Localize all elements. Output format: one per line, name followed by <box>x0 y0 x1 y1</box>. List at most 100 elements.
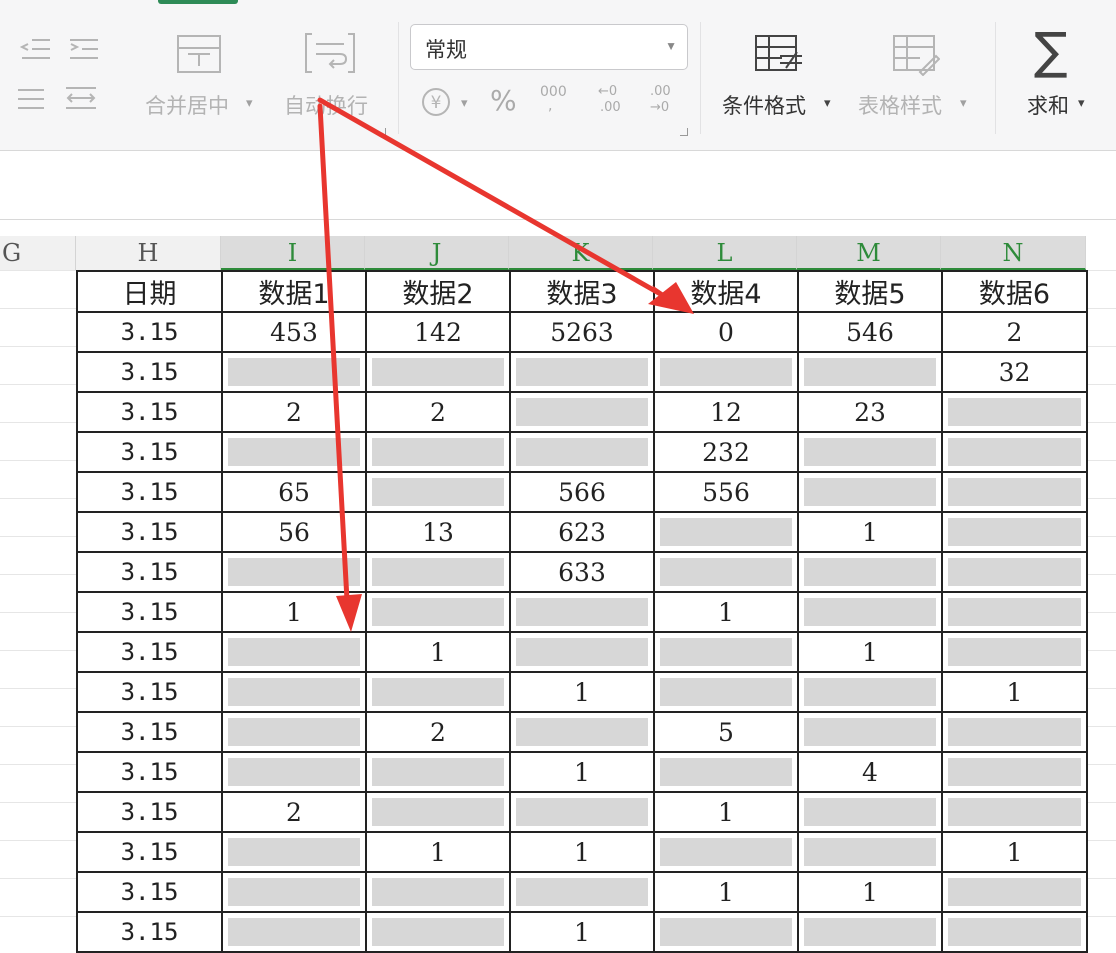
value-cell-data1[interactable] <box>221 671 367 713</box>
value-cell-data1[interactable]: 1 <box>221 591 367 633</box>
value-cell-data2[interactable]: 1 <box>365 831 511 873</box>
conditional-format-caret-icon[interactable]: ▾ <box>824 95 831 111</box>
increase-decimal-icon[interactable]: ←0 <box>598 84 617 99</box>
value-cell-data3[interactable]: 633 <box>509 551 655 593</box>
date-cell[interactable]: 3.15 <box>76 831 223 873</box>
value-cell-data2[interactable]: 13 <box>365 511 511 553</box>
value-cell-data2[interactable] <box>365 551 511 593</box>
value-cell-data3[interactable]: 5263 <box>509 311 655 353</box>
value-cell-data6[interactable] <box>941 391 1088 433</box>
value-cell-data5[interactable]: 1 <box>797 511 943 553</box>
value-cell-data6[interactable] <box>941 791 1088 833</box>
value-cell-data1[interactable] <box>221 871 367 913</box>
value-cell-data3[interactable] <box>509 391 655 433</box>
date-cell[interactable]: 3.15 <box>76 711 223 753</box>
thousands-separator-icon[interactable]: 000 <box>540 84 567 100</box>
date-cell[interactable]: 3.15 <box>76 311 223 353</box>
column-header-l[interactable]: L <box>653 236 797 270</box>
value-cell-data4[interactable] <box>653 351 799 393</box>
value-cell-data5[interactable] <box>797 911 943 953</box>
merge-center-caret-icon[interactable]: ▾ <box>246 95 253 111</box>
value-cell-data3[interactable]: 1 <box>509 671 655 713</box>
value-cell-data5[interactable]: 4 <box>797 751 943 793</box>
number-format-select[interactable]: 常规 ▼ <box>410 24 688 70</box>
value-cell-data6[interactable] <box>941 631 1088 673</box>
value-cell-data4[interactable]: 1 <box>653 871 799 913</box>
value-cell-data1[interactable] <box>221 751 367 793</box>
value-cell-data4[interactable]: 1 <box>653 791 799 833</box>
merge-center-label[interactable]: 合并居中 <box>145 90 229 120</box>
value-cell-data1[interactable] <box>221 711 367 753</box>
value-cell-data6[interactable] <box>941 871 1088 913</box>
value-cell-data4[interactable] <box>653 551 799 593</box>
date-cell[interactable]: 3.15 <box>76 631 223 673</box>
value-cell-data3[interactable] <box>509 351 655 393</box>
header-cell-data4[interactable]: 数据4 <box>653 270 799 313</box>
value-cell-data6[interactable] <box>941 591 1088 633</box>
value-cell-data3[interactable] <box>509 631 655 673</box>
value-cell-data6[interactable] <box>941 471 1088 513</box>
justify-align-icon[interactable] <box>16 86 46 112</box>
date-cell[interactable]: 3.15 <box>76 871 223 913</box>
column-header-i[interactable]: I <box>221 236 365 270</box>
value-cell-data3[interactable] <box>509 711 655 753</box>
value-cell-data5[interactable] <box>797 551 943 593</box>
value-cell-data5[interactable] <box>797 831 943 873</box>
table-style-label[interactable]: 表格样式 <box>858 90 942 120</box>
value-cell-data4[interactable] <box>653 511 799 553</box>
value-cell-data3[interactable]: 1 <box>509 831 655 873</box>
sum-caret-icon[interactable]: ▾ <box>1078 95 1085 111</box>
value-cell-data1[interactable] <box>221 351 367 393</box>
value-cell-data2[interactable] <box>365 871 511 913</box>
percent-format-icon[interactable]: % <box>490 84 517 117</box>
value-cell-data4[interactable]: 12 <box>653 391 799 433</box>
value-cell-data4[interactable] <box>653 631 799 673</box>
value-cell-data4[interactable] <box>653 911 799 953</box>
conditional-format-label[interactable]: 条件格式 <box>722 90 806 120</box>
date-cell[interactable]: 3.15 <box>76 671 223 713</box>
sum-label[interactable]: 求和 <box>1027 90 1069 120</box>
value-cell-data1[interactable]: 56 <box>221 511 367 553</box>
value-cell-data2[interactable] <box>365 351 511 393</box>
value-cell-data3[interactable]: 566 <box>509 471 655 513</box>
column-header-h[interactable]: H <box>76 236 221 270</box>
header-cell-data3[interactable]: 数据3 <box>509 270 655 313</box>
currency-format-icon[interactable]: ¥ <box>420 86 452 118</box>
table-style-caret-icon[interactable]: ▾ <box>960 95 967 111</box>
alignment-group-launcher-icon[interactable] <box>378 128 386 136</box>
value-cell-data1[interactable] <box>221 551 367 593</box>
increase-indent-icon[interactable] <box>68 36 100 62</box>
value-cell-data5[interactable] <box>797 671 943 713</box>
header-cell-data5[interactable]: 数据5 <box>797 270 943 313</box>
date-cell[interactable]: 3.15 <box>76 791 223 833</box>
date-cell[interactable]: 3.15 <box>76 911 223 953</box>
value-cell-data4[interactable]: 1 <box>653 591 799 633</box>
currency-caret-icon[interactable]: ▾ <box>461 95 468 111</box>
value-cell-data5[interactable]: 1 <box>797 631 943 673</box>
value-cell-data6[interactable] <box>941 711 1088 753</box>
distributed-align-icon[interactable] <box>64 84 98 112</box>
value-cell-data2[interactable] <box>365 671 511 713</box>
sum-icon[interactable]: ∑ <box>1034 22 1068 80</box>
number-group-launcher-icon[interactable] <box>680 128 688 136</box>
value-cell-data2[interactable] <box>365 431 511 473</box>
value-cell-data1[interactable]: 453 <box>221 311 367 353</box>
value-cell-data2[interactable]: 1 <box>365 631 511 673</box>
value-cell-data4[interactable]: 0 <box>653 311 799 353</box>
value-cell-data5[interactable] <box>797 471 943 513</box>
value-cell-data3[interactable] <box>509 591 655 633</box>
value-cell-data2[interactable]: 2 <box>365 711 511 753</box>
value-cell-data3[interactable]: 1 <box>509 911 655 953</box>
decrease-decimal-icon[interactable]: .00 <box>650 84 671 99</box>
value-cell-data5[interactable] <box>797 711 943 753</box>
date-cell[interactable]: 3.15 <box>76 391 223 433</box>
value-cell-data1[interactable]: 2 <box>221 791 367 833</box>
value-cell-data2[interactable]: 2 <box>365 391 511 433</box>
value-cell-data4[interactable] <box>653 831 799 873</box>
value-cell-data1[interactable] <box>221 911 367 953</box>
date-cell[interactable]: 3.15 <box>76 551 223 593</box>
value-cell-data3[interactable] <box>509 791 655 833</box>
value-cell-data6[interactable]: 1 <box>941 671 1088 713</box>
date-cell[interactable]: 3.15 <box>76 431 223 473</box>
column-header-j[interactable]: J <box>365 236 509 270</box>
